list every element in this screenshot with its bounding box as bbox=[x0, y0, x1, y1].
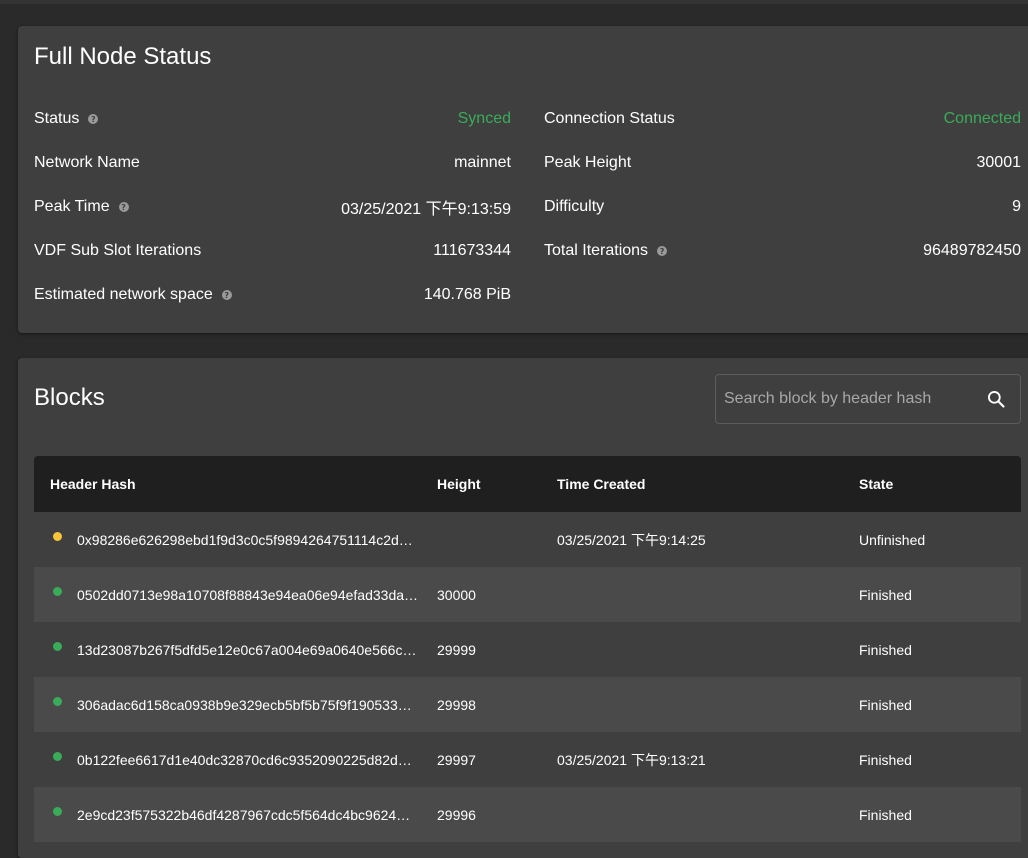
status-label-text: Difficulty bbox=[544, 198, 605, 215]
status-value: Connected bbox=[943, 110, 1021, 127]
status-row: Peak Time? 03/25/2021 下午9:13:59 bbox=[34, 195, 511, 219]
search-icon[interactable] bbox=[986, 389, 1006, 409]
status-label-text: Network Name bbox=[34, 154, 140, 171]
blocks-card: Blocks Header Hash Height Time Created S… bbox=[18, 358, 1028, 858]
header-hash-link[interactable]: 0502dd0713e98a10708f88843e94ea06e94efad3… bbox=[77, 587, 423, 603]
header-hash-link[interactable]: 13d23087b267f5dfd5e12e0c67a004e69a0640e5… bbox=[77, 642, 423, 658]
cell-height: 29996 bbox=[437, 806, 476, 823]
state-dot-icon bbox=[53, 697, 62, 706]
state-dot-icon bbox=[53, 532, 62, 541]
header-hash-link[interactable]: 0x98286e626298ebd1f9d3c0c5f9894264751114… bbox=[77, 532, 423, 548]
table-row[interactable]: 0x98286e626298ebd1f9d3c0c5f9894264751114… bbox=[34, 512, 1021, 567]
cell-height: 29997 bbox=[437, 751, 476, 768]
cell-hash[interactable]: 0502dd0713e98a10708f88843e94ea06e94efad3… bbox=[34, 587, 437, 603]
status-row: Network Name mainnet bbox=[34, 151, 511, 175]
status-label-text: Peak Height bbox=[544, 154, 632, 171]
cell-time-created: 03/25/2021 下午9:13:21 bbox=[557, 751, 706, 768]
cell-state: Finished bbox=[859, 751, 912, 768]
status-label: Difficulty bbox=[544, 198, 604, 216]
full-node-status-card: Full Node Status Status? Synced Network Na… bbox=[18, 26, 1028, 333]
help-icon[interactable]: ? bbox=[657, 246, 668, 256]
status-row: Peak Height 30001 bbox=[544, 151, 1021, 175]
cell-state: Finished bbox=[859, 586, 912, 603]
help-icon[interactable]: ? bbox=[221, 290, 232, 300]
help-icon[interactable]: ? bbox=[88, 114, 99, 124]
status-value: 140.768 PiB bbox=[423, 286, 511, 303]
status-label: VDF Sub Slot Iterations bbox=[34, 242, 201, 260]
status-label: Peak Height bbox=[544, 154, 631, 172]
status-label: Connection Status bbox=[544, 110, 675, 128]
cell-state: Unfinished bbox=[859, 531, 926, 548]
header-hash-link[interactable]: 306adac6d158ca0938b9e329ecb5bf5b75f9f190… bbox=[77, 697, 423, 713]
table-row[interactable]: 0502dd0713e98a10708f88843e94ea06e94efad3… bbox=[34, 567, 1021, 622]
status-row: Connection Status Connected bbox=[544, 107, 1021, 131]
blocks-card-title: Blocks bbox=[34, 384, 105, 411]
status-label-text: Connection Status bbox=[544, 110, 675, 127]
table-row[interactable]: 2e9cd23f575322b46df4287967cdc5f564dc4bc9… bbox=[34, 787, 1021, 842]
status-value: 9 bbox=[1012, 198, 1021, 215]
status-label: Total Iterations? bbox=[544, 242, 668, 260]
state-dot-icon bbox=[53, 807, 62, 816]
table-row[interactable]: 306adac6d158ca0938b9e329ecb5bf5b75f9f190… bbox=[34, 677, 1021, 732]
state-dot-icon bbox=[53, 752, 62, 761]
status-card-title: Full Node Status bbox=[34, 43, 212, 70]
status-value: 96489782450 bbox=[923, 242, 1021, 259]
cell-height: 29999 bbox=[437, 641, 476, 658]
table-row[interactable]: 13d23087b267f5dfd5e12e0c67a004e69a0640e5… bbox=[34, 622, 1021, 677]
status-label: Peak Time? bbox=[34, 198, 129, 216]
cell-hash[interactable]: 306adac6d158ca0938b9e329ecb5bf5b75f9f190… bbox=[34, 697, 437, 713]
cell-hash[interactable]: 13d23087b267f5dfd5e12e0c67a004e69a0640e5… bbox=[34, 642, 437, 658]
blocks-table-header: Header Hash Height Time Created State bbox=[34, 456, 1021, 512]
status-value: mainnet bbox=[454, 154, 511, 171]
status-value: 03/25/2021 下午9:13:59 bbox=[341, 201, 511, 218]
state-dot-icon bbox=[53, 587, 62, 596]
status-value: 30001 bbox=[976, 154, 1022, 171]
cell-time-created: 03/25/2021 下午9:14:25 bbox=[557, 531, 706, 548]
status-value: Synced bbox=[457, 110, 511, 127]
cell-hash[interactable]: 0x98286e626298ebd1f9d3c0c5f9894264751114… bbox=[34, 532, 437, 548]
top-strip bbox=[0, 0, 1028, 4]
column-header-hash[interactable]: Header Hash bbox=[34, 476, 437, 492]
status-row: Total Iterations? 96489782450 bbox=[544, 239, 1021, 263]
cell-state: Finished bbox=[859, 641, 912, 658]
status-row: Difficulty 9 bbox=[544, 195, 1021, 219]
status-label-text: Status bbox=[34, 110, 80, 127]
status-label-text: Peak Time bbox=[34, 198, 110, 215]
status-label: Status? bbox=[34, 110, 99, 128]
cell-hash[interactable]: 0b122fee6617d1e40dc32870cd6c9352090225d8… bbox=[34, 752, 437, 768]
column-header-time[interactable]: Time Created bbox=[557, 476, 859, 492]
block-search-field[interactable] bbox=[715, 374, 1021, 424]
cell-state: Finished bbox=[859, 696, 912, 713]
status-row: VDF Sub Slot Iterations 111673344 bbox=[34, 239, 511, 263]
status-label-text: Total Iterations bbox=[544, 242, 649, 259]
status-label-text: Estimated network space bbox=[34, 286, 213, 303]
blocks-table: Header Hash Height Time Created State 0x… bbox=[34, 456, 1021, 842]
table-row[interactable]: 0b122fee6617d1e40dc32870cd6c9352090225d8… bbox=[34, 732, 1021, 787]
state-dot-icon bbox=[53, 642, 62, 651]
status-label: Network Name bbox=[34, 154, 140, 172]
status-label: Estimated network space? bbox=[34, 286, 232, 304]
column-header-state[interactable]: State bbox=[859, 476, 1021, 492]
status-row: Status? Synced bbox=[34, 107, 511, 131]
header-hash-link[interactable]: 2e9cd23f575322b46df4287967cdc5f564dc4bc9… bbox=[77, 807, 423, 823]
column-header-height[interactable]: Height bbox=[437, 476, 557, 492]
cell-hash[interactable]: 2e9cd23f575322b46df4287967cdc5f564dc4bc9… bbox=[34, 807, 437, 823]
status-row: Estimated network space? 140.768 PiB bbox=[34, 283, 511, 307]
status-label-text: VDF Sub Slot Iterations bbox=[34, 242, 202, 259]
block-search-input[interactable] bbox=[724, 375, 974, 423]
help-icon[interactable]: ? bbox=[118, 202, 129, 212]
status-value: 111673344 bbox=[433, 242, 511, 259]
cell-height: 30000 bbox=[437, 586, 476, 603]
header-hash-link[interactable]: 0b122fee6617d1e40dc32870cd6c9352090225d8… bbox=[77, 752, 423, 768]
cell-state: Finished bbox=[859, 806, 912, 823]
cell-height: 29998 bbox=[437, 696, 476, 713]
